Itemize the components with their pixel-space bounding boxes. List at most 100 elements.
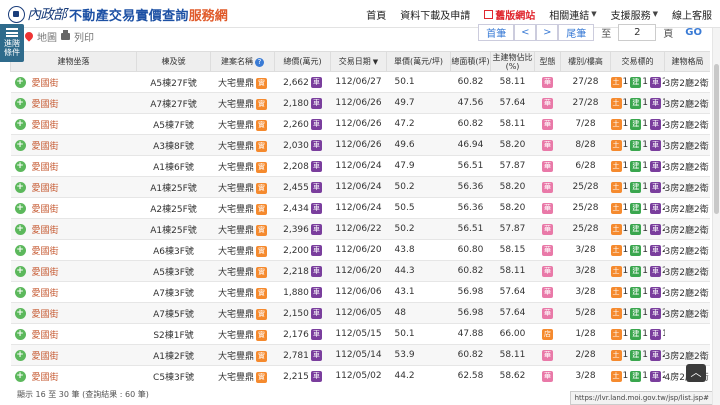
col-header-addr[interactable]: 建物坐落 [10, 51, 137, 72]
land-badge[interactable]: 土 [610, 265, 622, 277]
real-price-badge[interactable]: 實 [256, 329, 267, 341]
table-row[interactable]: + 愛國街 A1棟25F號 大宅豐鼎實 2,396 車 112/06/22 50.2 56.51… [10, 218, 710, 240]
table-row[interactable]: + 愛國街 A5棟7F號 大宅豐鼎實 2,260 車 112/06/26 47.2 60.82 5… [10, 113, 710, 135]
address-text[interactable]: 愛國街 [32, 268, 59, 278]
real-price-badge[interactable]: 實 [256, 119, 267, 131]
land-badge[interactable]: 土 [610, 118, 622, 130]
parking-count-badge[interactable]: 車 [649, 349, 661, 361]
real-price-badge[interactable]: 實 [256, 203, 267, 215]
building-badge[interactable]: 建 [630, 181, 642, 193]
address-text[interactable]: 愛國街 [32, 100, 59, 110]
parking-badge[interactable]: 車 [310, 139, 322, 151]
col-header-project[interactable]: 建案名稱? [210, 51, 275, 72]
building-badge[interactable]: 建 [630, 76, 642, 88]
parking-count-badge[interactable]: 車 [649, 265, 661, 277]
table-row[interactable]: + 愛國街 S2棟1F號 大宅豐鼎實 2,176 車 112/05/15 50.1 47.88 6… [10, 323, 710, 345]
col-header-type[interactable]: 型態 [534, 51, 561, 72]
land-badge[interactable]: 土 [610, 97, 622, 109]
building-badge[interactable]: 建 [630, 223, 642, 235]
building-type-badge[interactable]: 華 [542, 181, 553, 193]
parking-count-badge[interactable]: 車 [649, 97, 661, 109]
expand-row-icon[interactable]: + [14, 76, 26, 88]
col-header-building[interactable]: 棟及號 [136, 51, 211, 72]
parking-badge[interactable]: 車 [310, 307, 322, 319]
back-to-top-button[interactable]: ︿ [686, 364, 706, 382]
table-row[interactable]: + 愛國街 A1棟6F號 大宅豐鼎實 2,208 車 112/06/24 47.9 56.51 5… [10, 155, 710, 177]
table-row[interactable]: + 愛國街 C5棟3F號 大宅豐鼎實 2,215 車 112/05/02 44.2 62.58 5… [10, 365, 710, 383]
address-text[interactable]: 愛國街 [32, 373, 59, 383]
site-logo[interactable]: 內政部 不動產交易實價查詢 服務網 [8, 3, 228, 25]
real-price-badge[interactable]: 實 [256, 350, 267, 362]
building-badge[interactable]: 建 [630, 286, 642, 298]
building-type-badge[interactable]: 華 [542, 139, 553, 151]
building-type-badge[interactable]: 華 [542, 76, 553, 88]
building-type-badge[interactable]: 華 [542, 265, 553, 277]
parking-count-badge[interactable]: 車 [649, 76, 661, 88]
table-row[interactable]: + 愛國街 A6棟3F號 大宅豐鼎實 2,200 車 112/06/20 43.8 60.80 5… [10, 239, 710, 261]
parking-badge[interactable]: 車 [310, 223, 322, 235]
expand-row-icon[interactable]: + [14, 307, 26, 319]
real-price-badge[interactable]: 實 [256, 245, 267, 257]
parking-badge[interactable]: 車 [310, 160, 322, 172]
parking-count-badge[interactable]: 車 [649, 328, 661, 340]
land-badge[interactable]: 土 [610, 286, 622, 298]
expand-row-icon[interactable]: + [14, 202, 26, 214]
col-header-area[interactable]: 總面積(坪) [450, 51, 491, 72]
building-badge[interactable]: 建 [630, 244, 642, 256]
building-type-badge[interactable]: 店 [542, 328, 553, 340]
land-badge[interactable]: 土 [610, 139, 622, 151]
col-header-layout[interactable]: 建物格局 [664, 51, 710, 72]
col-header-floor[interactable]: 樓別/樓高 [560, 51, 611, 72]
building-type-badge[interactable]: 華 [542, 286, 553, 298]
building-type-badge[interactable]: 華 [542, 97, 553, 109]
parking-count-badge[interactable]: 車 [649, 370, 661, 382]
land-badge[interactable]: 土 [610, 370, 622, 382]
nav-home[interactable]: 首頁 [366, 7, 386, 22]
real-price-badge[interactable]: 實 [256, 98, 267, 110]
col-header-unit[interactable]: 單價(萬元/坪) [386, 51, 451, 72]
nav-support[interactable]: 支援服務 ▼ [611, 7, 658, 22]
parking-badge[interactable]: 車 [310, 286, 322, 298]
parking-count-badge[interactable]: 車 [649, 118, 661, 130]
expand-row-icon[interactable]: + [14, 118, 26, 130]
land-badge[interactable]: 土 [610, 181, 622, 193]
parking-count-badge[interactable]: 車 [649, 307, 661, 319]
parking-badge[interactable]: 車 [310, 202, 322, 214]
expand-row-icon[interactable]: + [14, 265, 26, 277]
building-badge[interactable]: 建 [630, 349, 642, 361]
building-type-badge[interactable]: 華 [542, 349, 553, 361]
address-text[interactable]: 愛國街 [32, 79, 59, 89]
expand-row-icon[interactable]: + [14, 328, 26, 340]
real-price-badge[interactable]: 實 [256, 224, 267, 236]
table-row[interactable]: + 愛國街 A1棟2F號 大宅豐鼎實 2,781 車 112/05/14 53.9 60.82 5… [10, 344, 710, 366]
table-row[interactable]: + 愛國街 A1棟25F號 大宅豐鼎實 2,455 車 112/06/24 50.2 56.36… [10, 176, 710, 198]
real-price-badge[interactable]: 實 [256, 182, 267, 194]
land-badge[interactable]: 土 [610, 76, 622, 88]
expand-row-icon[interactable]: + [14, 286, 26, 298]
vertical-scrollbar[interactable] [712, 28, 720, 405]
table-row[interactable]: + 愛國街 A7棟5F號 大宅豐鼎實 2,150 車 112/06/05 48 56.98 57.… [10, 302, 710, 324]
parking-count-badge[interactable]: 車 [649, 223, 661, 235]
table-row[interactable]: + 愛國街 A7棟3F號 大宅豐鼎實 1,880 車 112/06/06 43.1 56.98 5… [10, 281, 710, 303]
building-type-badge[interactable]: 華 [542, 223, 553, 235]
parking-badge[interactable]: 車 [310, 118, 322, 130]
building-type-badge[interactable]: 華 [542, 370, 553, 382]
land-badge[interactable]: 土 [610, 349, 622, 361]
address-text[interactable]: 愛國街 [32, 184, 59, 194]
address-text[interactable]: 愛國街 [32, 121, 59, 131]
parking-count-badge[interactable]: 車 [649, 286, 661, 298]
real-price-badge[interactable]: 實 [256, 140, 267, 152]
table-row[interactable]: + 愛國街 A5棟27F號 大宅豐鼎實 2,662 車 112/06/27 50.1 60.82… [10, 71, 710, 93]
nav-download[interactable]: 資料下載及申請 [400, 7, 470, 22]
building-badge[interactable]: 建 [630, 370, 642, 382]
page-number-input[interactable] [618, 24, 657, 41]
real-price-badge[interactable]: 實 [256, 287, 267, 299]
expand-row-icon[interactable]: + [14, 181, 26, 193]
nav-old-site[interactable]: 舊版網站 [484, 7, 535, 22]
expand-row-icon[interactable]: + [14, 139, 26, 151]
expand-row-icon[interactable]: + [14, 244, 26, 256]
col-header-date[interactable]: 交易日期 ▼ [330, 51, 387, 72]
parking-count-badge[interactable]: 車 [649, 139, 661, 151]
land-badge[interactable]: 土 [610, 160, 622, 172]
first-page-button[interactable]: 首筆 [478, 24, 515, 41]
